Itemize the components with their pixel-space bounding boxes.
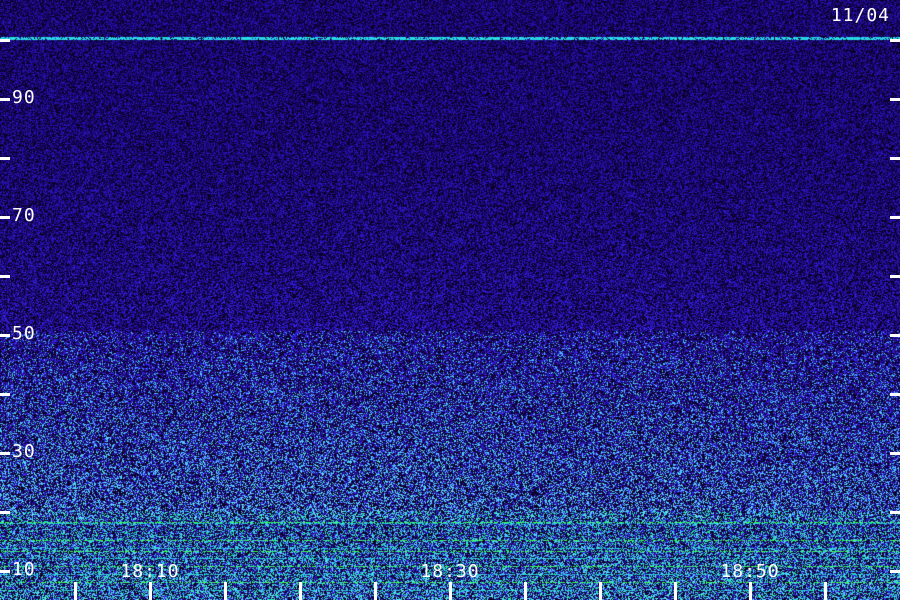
spectrogram-canvas (0, 0, 900, 600)
